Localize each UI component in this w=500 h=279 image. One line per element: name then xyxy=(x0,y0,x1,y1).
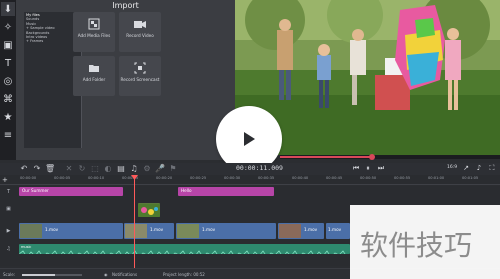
clip-thumbnail xyxy=(125,224,147,238)
scrub-progress xyxy=(280,156,373,158)
play-icon xyxy=(244,132,255,146)
color-adjust-icon[interactable]: ◐ xyxy=(103,164,113,174)
video-clip[interactable]: 1.mov xyxy=(19,223,123,239)
video-track-icon: ▶ xyxy=(6,228,11,234)
panel-title: Import xyxy=(112,1,139,10)
rotate-icon[interactable]: ↻ xyxy=(77,164,87,174)
stickers-icon[interactable]: ◎ xyxy=(1,74,15,88)
notifications-label[interactable]: Notifications xyxy=(112,271,137,278)
title-clip-label: Our Summer xyxy=(22,188,49,193)
record-video-button[interactable]: Record Video xyxy=(119,12,161,52)
ruler-tick-label: 00:01:05 xyxy=(462,176,479,180)
ruler-tick-label: 00:00:35 xyxy=(258,176,275,180)
crop-icon[interactable]: ⬚ xyxy=(90,164,100,174)
audio-waveform xyxy=(19,250,350,254)
video-clip[interactable]: 1.mov xyxy=(124,223,174,239)
ruler-tick-label: 00:00:00 xyxy=(20,176,37,180)
video-clip-label: 1.mov xyxy=(45,227,59,232)
record-screencast-button[interactable]: Record Screencast xyxy=(119,56,161,96)
video-clip-label: 1.mov xyxy=(150,227,164,232)
audio-track-icon: ♫ xyxy=(6,246,11,252)
pause-icon[interactable]: ⏸ xyxy=(363,164,373,173)
audio-clip-label: music xyxy=(21,245,32,249)
more-tools-icon[interactable]: ≡ xyxy=(1,128,15,142)
filters-icon[interactable]: ⌘ xyxy=(1,92,15,106)
overlay-thumbnail xyxy=(138,204,160,217)
record-video-icon xyxy=(133,18,147,30)
magic-wand-icon[interactable]: ✧ xyxy=(1,20,15,34)
audio-properties-icon[interactable]: ♫ xyxy=(129,164,139,174)
clip-properties-icon[interactable]: ▤ xyxy=(116,164,126,174)
button-label: Record Video xyxy=(126,33,154,38)
marker-icon[interactable]: ⚑ xyxy=(168,164,178,174)
clip-thumbnail xyxy=(279,224,301,238)
ruler-tick-label: 00:00:45 xyxy=(326,176,343,180)
record-screencast-icon xyxy=(133,62,147,74)
ruler-tick-label: 00:01:00 xyxy=(428,176,445,180)
timeline-ruler[interactable]: + 00:00:00 00:00:05 00:00:10 00:00:15 00:00:… xyxy=(0,175,500,185)
watermark: 软件技巧 xyxy=(360,229,473,262)
aspect-ratio-selector[interactable]: 16:9 xyxy=(447,165,457,170)
delete-icon[interactable]: 🗑 xyxy=(45,164,55,174)
preview-scrub-bar[interactable] xyxy=(280,154,500,160)
settings-icon[interactable]: ⚙ xyxy=(142,164,152,174)
video-clip[interactable]: 1.mov xyxy=(326,223,350,239)
audio-record-icon[interactable]: 🎤 xyxy=(155,164,165,174)
stabilization-icon[interactable]: ★ xyxy=(1,110,15,124)
cut-icon[interactable]: ✕ xyxy=(64,164,74,174)
editor-window: ⬇ ✧ ▣ T ◎ ⌘ ★ ≡ Import My files Sounds M… xyxy=(0,0,500,279)
previous-frame-icon[interactable]: ⏮ xyxy=(351,164,361,173)
ruler-tick-label: 00:00:25 xyxy=(190,176,207,180)
ruler-tick-label: 00:00:10 xyxy=(88,176,105,180)
button-label: Record Screencast xyxy=(120,77,160,82)
redo-icon[interactable]: ↷ xyxy=(32,164,42,174)
ruler-tick-label: 00:00:05 xyxy=(54,176,71,180)
titles-icon[interactable]: T xyxy=(1,56,15,70)
clip-thumbnail xyxy=(177,224,199,238)
video-clip[interactable]: 1.mov xyxy=(278,223,324,239)
add-track-icon[interactable]: + xyxy=(2,176,8,184)
overlay-clip[interactable] xyxy=(138,203,160,217)
volume-icon[interactable]: ♪ xyxy=(474,164,484,173)
ruler-tick-label: 00:00:55 xyxy=(394,176,411,180)
add-media-files-button[interactable]: Add Media Files xyxy=(73,12,115,52)
transitions-icon[interactable]: ▣ xyxy=(1,38,15,52)
fullscreen-icon[interactable]: ⛶ xyxy=(487,164,497,173)
title-clip-label: Hello xyxy=(181,188,192,193)
clip-thumbnail xyxy=(20,224,42,238)
add-media-files-icon xyxy=(87,18,101,30)
video-clip-label: 1.mov xyxy=(202,227,216,232)
add-folder-icon xyxy=(87,62,101,74)
audio-clip[interactable]: music xyxy=(19,244,350,254)
scale-slider-fill xyxy=(22,274,55,276)
title-track-icon: T xyxy=(6,188,11,195)
scale-label: Scale: xyxy=(3,272,16,277)
scrub-handle[interactable] xyxy=(369,154,376,160)
ruler-tick-label: 00:00:30 xyxy=(224,176,241,180)
video-clip-label: 1.mov xyxy=(328,227,342,232)
import-panel: Import My files Sounds Music + Sample vi… xyxy=(16,0,235,160)
notifications-icon[interactable]: ◉ xyxy=(104,271,108,278)
ruler-tick-label: 00:00:50 xyxy=(360,176,377,180)
undo-icon[interactable]: ↶ xyxy=(19,164,29,174)
add-folder-button[interactable]: Add Folder xyxy=(73,56,115,96)
scale-slider[interactable] xyxy=(22,274,82,276)
video-clip-label: 1.mov xyxy=(304,227,318,232)
button-label: Add Folder xyxy=(82,77,106,82)
title-clip[interactable]: Our Summer xyxy=(19,187,123,196)
button-label: Add Media Files xyxy=(77,33,111,38)
playhead[interactable] xyxy=(134,175,135,268)
timecode-display: 00:00:11.009 xyxy=(236,164,283,172)
tree-item[interactable]: + Frames xyxy=(26,39,79,43)
overlay-track-icon: ▣ xyxy=(6,206,11,212)
title-clip[interactable]: Hello xyxy=(178,187,274,196)
next-frame-icon[interactable]: ⏭ xyxy=(376,164,386,173)
ruler-tick-label: 00:00:20 xyxy=(156,176,173,180)
import-icon[interactable]: ⬇ xyxy=(1,2,15,16)
tool-strip: ⬇ ✧ ▣ T ◎ ⌘ ★ ≡ xyxy=(0,0,16,160)
export-icon[interactable]: ↗ xyxy=(461,164,471,173)
ruler-tick-label: 00:00:40 xyxy=(292,176,309,180)
project-length: Project length: 00:52 xyxy=(163,272,205,277)
video-clip[interactable]: 1.mov xyxy=(176,223,276,239)
